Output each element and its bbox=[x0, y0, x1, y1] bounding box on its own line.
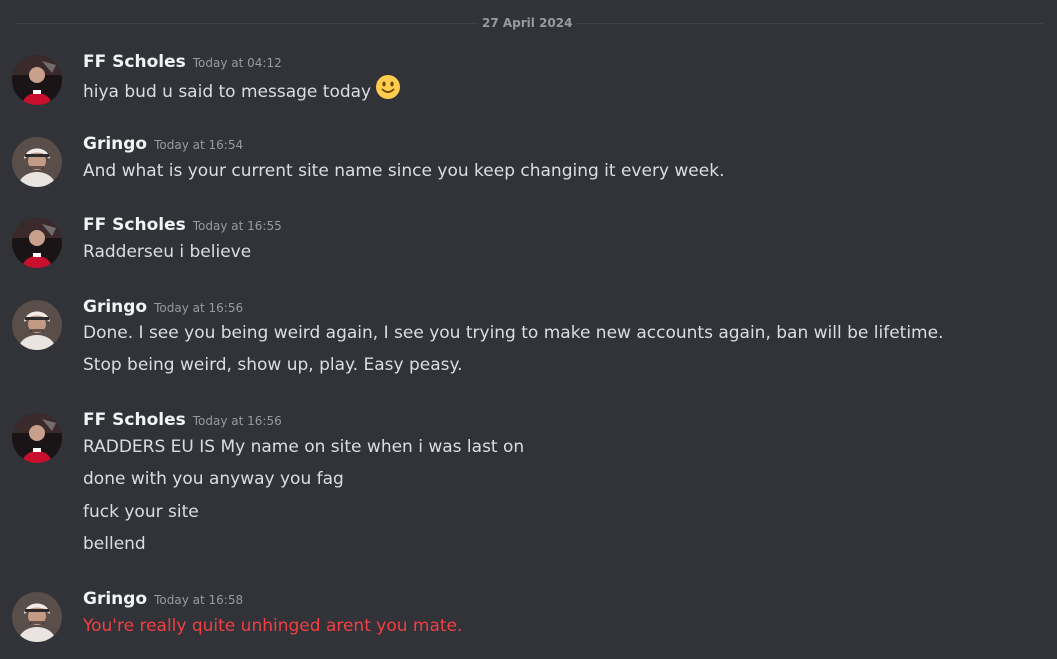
man-in-headscarf-avatar-icon bbox=[12, 592, 62, 642]
message-line: And what is your current site name since… bbox=[83, 161, 725, 181]
username[interactable]: Gringo bbox=[83, 297, 147, 317]
username[interactable]: FF Scholes bbox=[83, 215, 186, 235]
message-group: FF Scholes Today at 16:55 Radderseu i bel… bbox=[0, 214, 1057, 274]
red-football-avatar-icon bbox=[12, 413, 62, 463]
message-text: hiya bud u said to message today bbox=[83, 82, 372, 102]
message-line: done with you anyway you fag bbox=[83, 469, 344, 489]
message-line: Done. I see you being weird again, I see… bbox=[83, 323, 944, 343]
message-line: fuck your site bbox=[83, 502, 199, 522]
message-line: Stop being weird, show up, play. Easy pe… bbox=[83, 355, 463, 375]
message-group: FF Scholes Today at 04:12 hiya bud u said… bbox=[0, 51, 1057, 111]
message-group: FF Scholes Today at 16:56 RADDERS EU IS M… bbox=[0, 409, 1057, 559]
man-in-headscarf-avatar-icon bbox=[12, 137, 62, 187]
message-group: Gringo Today at 16:54 And what is your cu… bbox=[0, 133, 1057, 193]
username[interactable]: Gringo bbox=[83, 589, 147, 609]
timestamp: Today at 16:58 bbox=[154, 593, 244, 607]
timestamp: Today at 16:56 bbox=[192, 414, 282, 428]
avatar-gringo[interactable] bbox=[12, 300, 62, 350]
avatar-gringo[interactable] bbox=[12, 137, 62, 187]
message-line: bellend bbox=[83, 534, 146, 554]
red-football-avatar-icon bbox=[12, 55, 62, 105]
timestamp: Today at 16:55 bbox=[192, 219, 282, 233]
avatar-ff-scholes[interactable] bbox=[12, 218, 62, 268]
red-football-avatar-icon bbox=[12, 218, 62, 268]
avatar-ff-scholes[interactable] bbox=[12, 413, 62, 463]
timestamp: Today at 16:56 bbox=[154, 301, 244, 315]
message-group: Gringo Today at 16:56 Done. I see you bei… bbox=[0, 296, 1057, 380]
timestamp: Today at 04:12 bbox=[192, 56, 282, 70]
username[interactable]: FF Scholes bbox=[83, 52, 186, 72]
man-in-headscarf-avatar-icon bbox=[12, 300, 62, 350]
message-group: Gringo Today at 16:58 You're really quite… bbox=[0, 588, 1057, 648]
message-line-highlighted: You're really quite unhinged arent you m… bbox=[83, 616, 463, 636]
slightly-smiling-face-emoji-icon bbox=[375, 74, 401, 106]
username[interactable]: FF Scholes bbox=[83, 410, 186, 430]
chat-messages-panel: 27 April 2024 FF Scholes Today at 04:12 h… bbox=[0, 0, 1057, 659]
avatar-gringo[interactable] bbox=[12, 592, 62, 642]
message-line: hiya bud u said to message today bbox=[83, 75, 401, 106]
username[interactable]: Gringo bbox=[83, 134, 147, 154]
avatar-ff-scholes[interactable] bbox=[12, 55, 62, 105]
date-divider-label: 27 April 2024 bbox=[478, 15, 577, 31]
message-line: Radderseu i believe bbox=[83, 242, 252, 262]
timestamp: Today at 16:54 bbox=[154, 138, 244, 152]
message-line: RADDERS EU IS My name on site when i was… bbox=[83, 437, 525, 457]
